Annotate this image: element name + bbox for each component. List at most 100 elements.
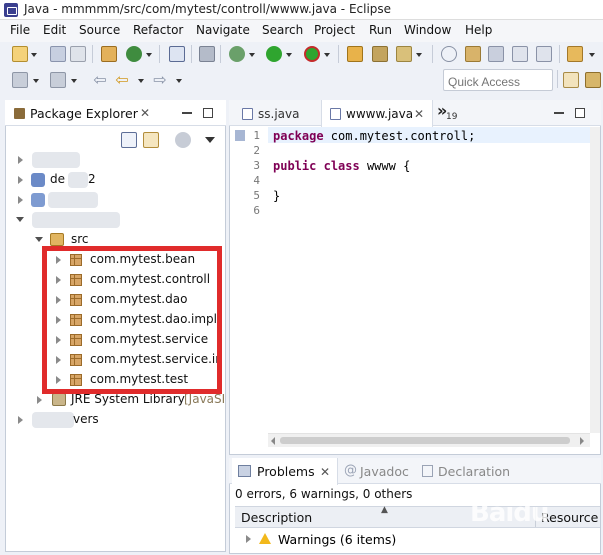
- menu-edit[interactable]: Edit: [43, 23, 66, 37]
- save-icon[interactable]: [50, 46, 66, 62]
- chevron-down-icon[interactable]: [416, 53, 422, 57]
- refresh-icon[interactable]: [126, 46, 142, 62]
- build-icon[interactable]: [101, 46, 117, 62]
- tree-item-project-3[interactable]: [10, 190, 220, 210]
- collapse-all-icon[interactable]: [121, 132, 137, 148]
- run-icon[interactable]: [266, 46, 282, 62]
- chevron-down-icon[interactable]: [33, 79, 39, 83]
- print-icon[interactable]: [70, 46, 86, 62]
- expand-icon[interactable]: [37, 396, 42, 404]
- blurred-label: [32, 412, 74, 428]
- menu-file[interactable]: File: [10, 23, 30, 37]
- menu-run[interactable]: Run: [369, 23, 392, 37]
- mark-icon[interactable]: [536, 46, 552, 62]
- toolbar-separator: [191, 45, 192, 63]
- collapse-icon[interactable]: [35, 237, 43, 242]
- forward-icon[interactable]: ⇨: [152, 72, 168, 88]
- next-edit-icon[interactable]: [50, 72, 66, 88]
- close-icon[interactable]: ✕: [140, 107, 150, 119]
- table-row[interactable]: Warnings (6 items): [235, 530, 600, 550]
- expand-icon[interactable]: [18, 156, 23, 164]
- minimize-icon[interactable]: [554, 112, 564, 114]
- menu-navigate[interactable]: Navigate: [196, 23, 250, 37]
- scroll-left-icon[interactable]: [271, 437, 275, 445]
- view-menu-icon[interactable]: [205, 137, 215, 143]
- tree-item-project-1[interactable]: [10, 150, 220, 170]
- code-text: wwww {: [359, 159, 411, 173]
- menu-project[interactable]: Project: [314, 23, 355, 37]
- chevron-down-icon[interactable]: [31, 53, 37, 57]
- search-icon[interactable]: [441, 46, 457, 62]
- chevron-down-icon[interactable]: [146, 53, 152, 57]
- console-icon[interactable]: [169, 46, 185, 62]
- collapse-icon[interactable]: [16, 217, 24, 222]
- last-edit-icon[interactable]: [12, 72, 28, 88]
- menu-source[interactable]: Source: [79, 23, 120, 37]
- link-with-editor-icon[interactable]: [143, 132, 159, 148]
- scroll-right-icon[interactable]: [580, 437, 584, 445]
- keyword: public: [273, 159, 317, 173]
- tab-problems[interactable]: Problems ✕: [232, 458, 338, 485]
- menu-search[interactable]: Search: [262, 23, 303, 37]
- tree-item-project-2[interactable]: de 2: [10, 170, 220, 190]
- back-icon[interactable]: ⇦: [114, 72, 130, 88]
- vertical-scrollbar[interactable]: [590, 127, 600, 433]
- chevron-down-icon[interactable]: [71, 79, 77, 83]
- maximize-icon[interactable]: [575, 108, 585, 118]
- line-number: 1: [253, 129, 260, 142]
- horizontal-scrollbar[interactable]: [268, 433, 590, 447]
- pencil-icon[interactable]: [465, 46, 481, 62]
- tree-label-decoration: [JavaSE: [184, 392, 224, 406]
- chevron-down-icon[interactable]: [176, 79, 182, 83]
- code-line-3[interactable]: public class wwww {: [273, 159, 410, 173]
- close-icon[interactable]: ✕: [320, 466, 330, 478]
- tab-declaration[interactable]: Declaration: [438, 464, 510, 479]
- new-package-icon[interactable]: [372, 46, 388, 62]
- toolbar-separator: [338, 45, 339, 63]
- chevron-down-icon[interactable]: [589, 53, 595, 57]
- next-annotation-icon[interactable]: [567, 46, 583, 62]
- code-line-5[interactable]: }: [273, 189, 280, 203]
- open-type-icon[interactable]: [347, 46, 363, 62]
- column-resource[interactable]: Resource: [541, 510, 598, 525]
- menu-window[interactable]: Window: [404, 23, 451, 37]
- annotation-icon[interactable]: [488, 46, 504, 62]
- maximize-icon[interactable]: [203, 108, 213, 118]
- tree-item-project-5[interactable]: vers: [10, 410, 220, 430]
- chevron-down-icon[interactable]: [324, 53, 330, 57]
- tab-label: wwww.java: [346, 107, 414, 121]
- tree-label: 2: [88, 172, 96, 186]
- chevron-down-icon[interactable]: [249, 53, 255, 57]
- library-icon: [52, 393, 66, 406]
- toggle-icon[interactable]: [512, 46, 528, 62]
- open-task-icon[interactable]: [396, 46, 412, 62]
- code-line-1[interactable]: package com.mytest.controll;: [273, 129, 475, 143]
- expand-icon[interactable]: [18, 196, 23, 204]
- tab-package-explorer[interactable]: Package Explorer: [30, 106, 138, 121]
- expand-icon[interactable]: [18, 176, 23, 184]
- chevron-down-icon[interactable]: [138, 79, 144, 83]
- chevron-down-icon[interactable]: [286, 53, 292, 57]
- expand-icon[interactable]: [246, 535, 251, 543]
- tree-item-project-4[interactable]: [10, 210, 220, 230]
- expand-icon[interactable]: [18, 416, 23, 424]
- quick-access-input[interactable]: [443, 69, 553, 91]
- tab-ss-java[interactable]: ss.java: [237, 100, 321, 126]
- menu-refactor[interactable]: Refactor: [133, 23, 183, 37]
- open-perspective-icon[interactable]: [563, 72, 579, 88]
- menu-help[interactable]: Help: [465, 23, 492, 37]
- debug-icon[interactable]: [229, 46, 245, 62]
- tab-label: Problems: [257, 464, 315, 479]
- column-description[interactable]: Description: [241, 510, 312, 525]
- tab-javadoc[interactable]: Javadoc: [360, 464, 409, 479]
- focus-icon[interactable]: [175, 132, 191, 148]
- menu-bar: File Edit Source Refactor Navigate Searc…: [0, 20, 603, 42]
- java-perspective-icon[interactable]: [585, 72, 601, 88]
- scrollbar-thumb[interactable]: [280, 437, 570, 444]
- run-external-icon[interactable]: [304, 46, 320, 62]
- skip-icon[interactable]: [199, 46, 215, 62]
- close-icon[interactable]: ✕: [414, 108, 424, 120]
- minimize-icon[interactable]: [182, 112, 192, 114]
- new-icon[interactable]: [12, 46, 28, 62]
- tab-wwww-java[interactable]: wwww.java ✕: [321, 100, 433, 127]
